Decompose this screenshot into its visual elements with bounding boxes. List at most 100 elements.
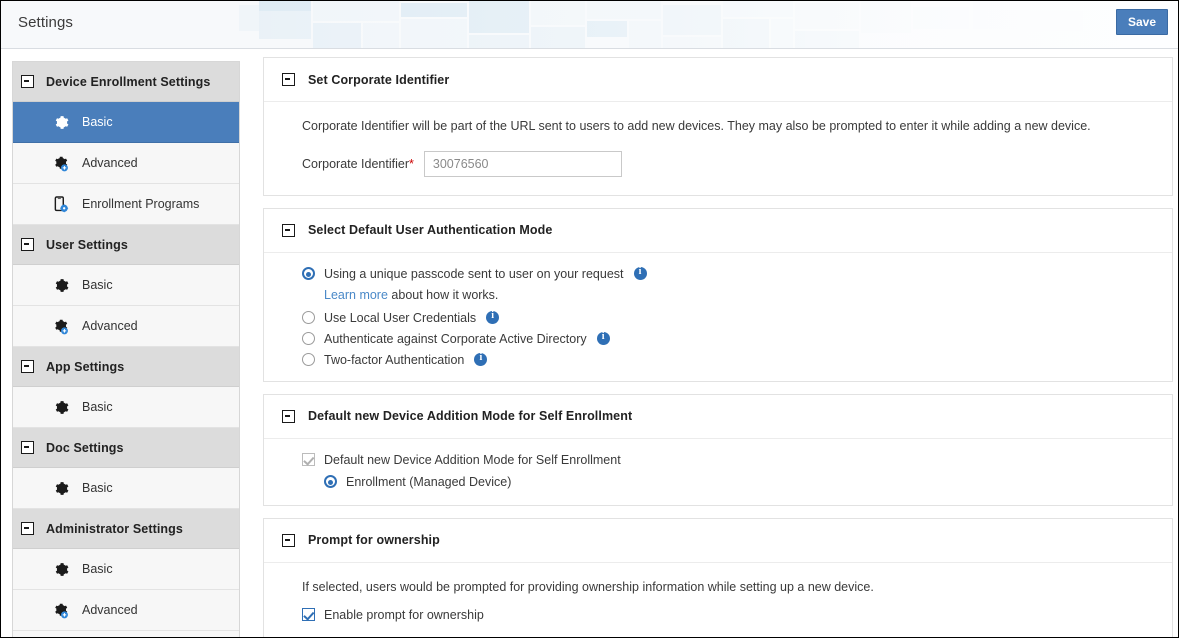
- auth-option-two-factor[interactable]: Two-factor Authentication: [302, 352, 1154, 367]
- collapse-icon[interactable]: [21, 441, 34, 454]
- info-icon[interactable]: [486, 310, 500, 325]
- gear-plus-icon: [51, 317, 70, 336]
- sidebar-group-administrator-settings[interactable]: Administrator Settings: [13, 509, 239, 549]
- checkbox[interactable]: [302, 608, 315, 622]
- panel-title: Default new Device Addition Mode for Sel…: [308, 409, 633, 424]
- sidebar-item-device-enrollment-advanced[interactable]: Advanced: [13, 143, 239, 184]
- panel-default-user-authentication-mode: Select Default User Authentication Mode …: [263, 207, 1173, 382]
- header-fade-overlay: [237, 1, 1178, 48]
- auth-option-passcode[interactable]: Using a unique passcode sent to user on …: [302, 266, 1154, 281]
- panel-prompt-for-ownership: Prompt for ownership If selected, users …: [263, 517, 1173, 637]
- panel-header[interactable]: Select Default User Authentication Mode: [264, 208, 1172, 253]
- device-gear-icon: [51, 195, 70, 214]
- collapse-icon[interactable]: [21, 522, 34, 535]
- device-addition-radio-row[interactable]: Enrollment (Managed Device): [324, 475, 1154, 489]
- sidebar-item-label: Advanced: [82, 319, 138, 333]
- radio-button[interactable]: [302, 332, 315, 346]
- auth-option-active-directory[interactable]: Authenticate against Corporate Active Di…: [302, 331, 1154, 346]
- sidebar-item-enrollment-programs[interactable]: Enrollment Programs: [13, 184, 239, 225]
- panel-title: Prompt for ownership: [308, 533, 440, 548]
- learn-more-row: Learn more about how it works.: [324, 288, 1154, 302]
- sidebar-item-label: Advanced: [82, 603, 138, 617]
- sidebar-item-admin-basic[interactable]: Basic: [13, 549, 239, 590]
- sidebar-item-label: Basic: [82, 278, 113, 292]
- sidebar-group-label: User Settings: [46, 237, 128, 252]
- auth-option-label: Use Local User Credentials: [324, 310, 477, 325]
- sidebar-item-admin-advanced[interactable]: Advanced: [13, 590, 239, 631]
- learn-more-link[interactable]: Learn more: [324, 288, 388, 302]
- sidebar-group-doc-settings[interactable]: Doc Settings: [13, 428, 239, 468]
- collapse-icon[interactable]: [282, 223, 295, 237]
- auth-option-label: Using a unique passcode sent to user on …: [324, 266, 624, 281]
- settings-content: Set Corporate Identifier Corporate Ident…: [263, 57, 1173, 637]
- sidebar-item-user-basic[interactable]: Basic: [13, 265, 239, 306]
- info-icon[interactable]: [474, 352, 488, 367]
- required-marker: *: [409, 156, 414, 171]
- sidebar-group-app-settings[interactable]: App Settings: [13, 347, 239, 387]
- gear-icon: [51, 560, 70, 579]
- auth-option-label: Authenticate against Corporate Active Di…: [324, 331, 587, 346]
- sidebar-item-device-enrollment-basic[interactable]: Basic: [13, 102, 239, 143]
- page-title: Settings: [18, 14, 73, 31]
- sidebar-item-label: Advanced: [82, 156, 138, 170]
- panel-header[interactable]: Default new Device Addition Mode for Sel…: [264, 394, 1172, 439]
- panel-default-device-addition-mode: Default new Device Addition Mode for Sel…: [263, 393, 1173, 506]
- gear-plus-icon: [51, 601, 70, 620]
- gear-icon: [51, 398, 70, 417]
- sidebar-item-label: Enrollment Programs: [82, 197, 200, 211]
- sidebar-item-label: Basic: [82, 400, 113, 414]
- checkbox: [302, 453, 315, 467]
- device-addition-checkbox-row[interactable]: Default new Device Addition Mode for Sel…: [302, 453, 1154, 467]
- radio-button[interactable]: [302, 353, 315, 367]
- panel-body: Using a unique passcode sent to user on …: [264, 253, 1172, 381]
- sidebar-group-device-enrollment-settings[interactable]: Device Enrollment Settings: [13, 62, 239, 102]
- panel-header[interactable]: Prompt for ownership: [264, 518, 1172, 563]
- panel-header[interactable]: Set Corporate Identifier: [264, 58, 1172, 102]
- radio-button[interactable]: [324, 475, 337, 489]
- panel-title: Set Corporate Identifier: [308, 72, 450, 87]
- panel-title: Select Default User Authentication Mode: [308, 223, 553, 238]
- settings-sidebar: Device Enrollment Settings Basic Advance…: [12, 61, 240, 637]
- sidebar-group-label: App Settings: [46, 359, 125, 374]
- gear-icon: [51, 479, 70, 498]
- prompt-ownership-description: If selected, users would be prompted for…: [302, 579, 874, 594]
- sidebar-item-user-advanced[interactable]: Advanced: [13, 306, 239, 347]
- panel-body: If selected, users would be prompted for…: [264, 563, 1172, 637]
- sidebar-item-app-basic[interactable]: Basic: [13, 387, 239, 428]
- sidebar-group-label: Device Enrollment Settings: [46, 74, 211, 89]
- sidebar-group-user-settings[interactable]: User Settings: [13, 225, 239, 265]
- save-button[interactable]: Save: [1116, 9, 1168, 35]
- info-icon[interactable]: [596, 331, 610, 346]
- sidebar-item-doc-basic[interactable]: Basic: [13, 468, 239, 509]
- panel-body: Corporate Identifier will be part of the…: [264, 102, 1172, 195]
- collapse-icon[interactable]: [21, 238, 34, 251]
- gear-icon: [51, 113, 70, 132]
- auth-option-local-credentials[interactable]: Use Local User Credentials: [302, 310, 1154, 325]
- settings-page: Settings Save Device Enrollment Settings…: [0, 0, 1179, 638]
- gear-plus-icon: [51, 154, 70, 173]
- corporate-identifier-description: Corporate Identifier will be part of the…: [302, 119, 1091, 133]
- collapse-icon[interactable]: [282, 73, 295, 86]
- corporate-identifier-label: Corporate Identifier*: [302, 156, 414, 171]
- panel-body: Default new Device Addition Mode for Sel…: [264, 439, 1172, 505]
- prompt-ownership-checkbox-row[interactable]: Enable prompt for ownership: [302, 608, 1154, 622]
- corporate-identifier-field-row: Corporate Identifier*: [302, 150, 1154, 177]
- collapse-icon[interactable]: [282, 409, 295, 423]
- sidebar-group-label: Administrator Settings: [46, 521, 183, 536]
- radio-button[interactable]: [302, 311, 315, 325]
- collapse-icon[interactable]: [21, 360, 34, 373]
- corporate-identifier-input[interactable]: [423, 150, 622, 177]
- collapse-icon[interactable]: [282, 533, 295, 547]
- device-addition-checkbox-label: Default new Device Addition Mode for Sel…: [324, 452, 621, 467]
- radio-button[interactable]: [302, 267, 315, 281]
- sidebar-item-label: Basic: [82, 481, 113, 495]
- collapse-icon[interactable]: [21, 75, 34, 88]
- auth-option-label: Two-factor Authentication: [324, 352, 465, 367]
- app-header: Settings Save: [1, 1, 1178, 49]
- info-icon[interactable]: [633, 266, 647, 281]
- sidebar-item-label: Basic: [82, 562, 113, 576]
- sidebar-item-label: Basic: [82, 115, 113, 129]
- sidebar-group-label: Doc Settings: [46, 440, 124, 455]
- learn-more-suffix: about how it works.: [387, 287, 499, 302]
- panel-set-corporate-identifier: Set Corporate Identifier Corporate Ident…: [263, 57, 1173, 196]
